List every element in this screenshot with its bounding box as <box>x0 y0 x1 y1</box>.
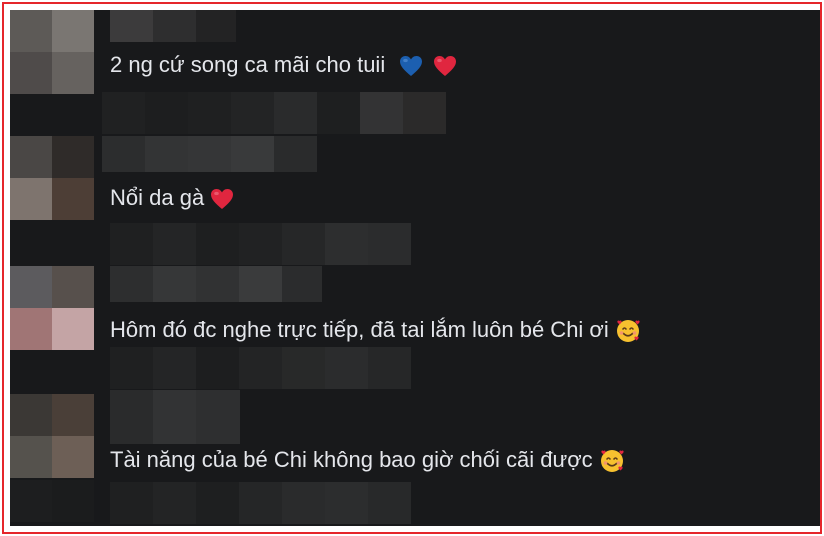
blurred-reply <box>102 92 446 134</box>
comment-body: Tài năng của bé Chi không bao giờ chối c… <box>110 447 593 472</box>
blurred-name <box>102 136 317 172</box>
avatar[interactable] <box>10 136 94 220</box>
smiling-face-with-hearts-icon <box>600 450 624 473</box>
comment-panel: 2 ng cứ song ca mãi cho tuii Nổi da gà H… <box>10 10 820 526</box>
comment-text: Hôm đó đc nghe trực tiếp, đã tai lắm luô… <box>110 317 641 344</box>
blurred-name <box>110 390 240 444</box>
comment-body: Hôm đó đc nghe trực tiếp, đã tai lắm luô… <box>110 317 609 342</box>
comment-body: Nổi da gà <box>110 185 205 210</box>
blurred-reply <box>110 482 411 524</box>
blurred-name <box>110 266 322 302</box>
comment-text: Tài năng của bé Chi không bao giờ chối c… <box>110 447 625 474</box>
comment-body: 2 ng cứ song ca mãi cho tuii <box>110 52 386 77</box>
blurred-reply <box>110 347 411 389</box>
avatar[interactable] <box>10 480 94 522</box>
red-heart-icon <box>211 189 234 210</box>
blue-heart-icon <box>400 56 423 77</box>
blurred-reply <box>110 223 411 265</box>
avatar[interactable] <box>10 266 94 350</box>
red-heart-icon <box>434 56 457 77</box>
avatar[interactable] <box>10 10 94 94</box>
smiling-face-with-hearts-icon <box>616 320 640 343</box>
blurred-name <box>110 10 236 42</box>
avatar[interactable] <box>10 394 94 478</box>
red-frame: 2 ng cứ song ca mãi cho tuii Nổi da gà H… <box>2 2 822 534</box>
comment-text: Nổi da gà <box>110 185 234 211</box>
comment-text: 2 ng cứ song ca mãi cho tuii <box>110 52 457 78</box>
